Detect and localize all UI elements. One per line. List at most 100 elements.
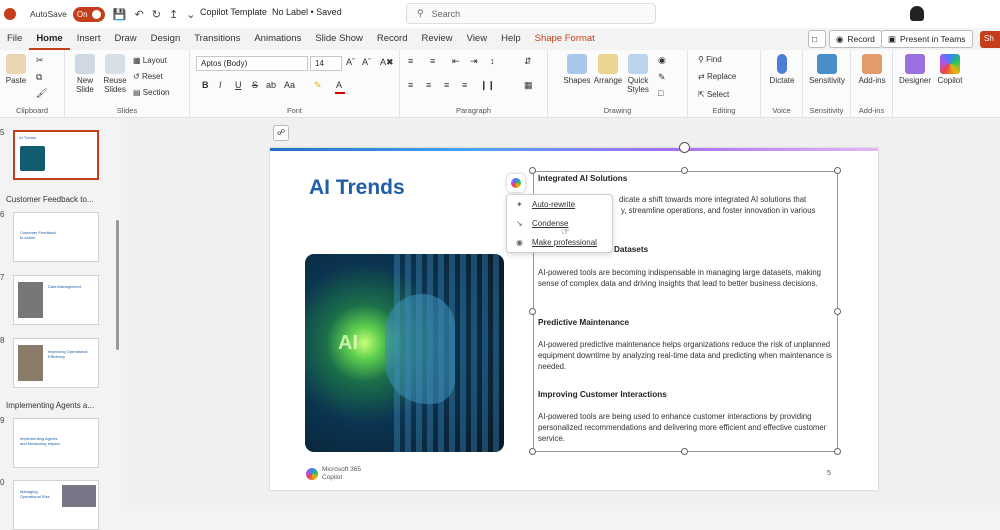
strikethrough-button[interactable]: S [252, 80, 258, 90]
increase-font-icon[interactable]: Aˆ [346, 57, 355, 67]
tab-help[interactable]: Help [494, 28, 528, 50]
reset-button[interactable]: ↺ Reset [133, 72, 163, 81]
slide-thumbnail[interactable]: Customer Feedback to Action [13, 212, 99, 262]
cut-icon[interactable]: ✂ [36, 55, 44, 66]
quick-styles-button[interactable]: Quick Styles [624, 54, 652, 94]
format-painter-icon[interactable]: 🖌 [36, 88, 47, 99]
slide-thumbnail[interactable]: Data Management [13, 275, 99, 325]
rotate-handle[interactable] [679, 142, 690, 153]
layout-button[interactable]: ▦ Layout [133, 56, 167, 65]
align-center-icon[interactable]: ≡ [426, 80, 431, 90]
record-button[interactable]: ◉ Record [829, 30, 882, 48]
menu-item-auto-rewrite[interactable]: Auto-rewrite [532, 200, 575, 209]
tab-view[interactable]: View [460, 28, 494, 50]
section-header[interactable]: Implementing Agents a... [6, 401, 94, 410]
tab-design[interactable]: Design [144, 28, 188, 50]
slide-thumbnail-ai-trends[interactable]: AI Trends [13, 130, 99, 180]
tab-file[interactable]: File [0, 28, 29, 50]
clear-format-icon[interactable]: A✖ [380, 57, 394, 68]
tab-animations[interactable]: Animations [247, 28, 308, 50]
shape-fill-icon[interactable]: ◉ [658, 55, 666, 66]
decrease-font-icon[interactable]: Aˇ [362, 57, 371, 67]
italic-button[interactable]: I [219, 80, 222, 90]
decrease-indent-icon[interactable]: ⇤ [452, 56, 460, 67]
resize-handle[interactable] [529, 308, 536, 315]
customize-icon[interactable]: ↥ [169, 8, 178, 21]
avatar[interactable] [910, 6, 924, 21]
slide-thumbnail[interactable]: Implementing Agents and Measuring Impact [13, 418, 99, 468]
find-button[interactable]: ⚲ Find [698, 55, 722, 64]
character-spacing-icon[interactable]: ab [266, 80, 276, 90]
ai-image[interactable]: AI [305, 254, 504, 452]
copy-icon[interactable]: ⧉ [36, 72, 42, 83]
resize-handle[interactable] [529, 448, 536, 455]
tab-shape-format[interactable]: Shape Format [528, 28, 602, 50]
tab-draw[interactable]: Draw [107, 28, 143, 50]
menu-item-make-professional[interactable]: Make professional [532, 238, 597, 247]
document-title[interactable]: Copilot Template [200, 7, 267, 17]
record-dot-icon: ◉ [836, 33, 844, 44]
increase-indent-icon[interactable]: ⇥ [470, 56, 478, 67]
comments-icon[interactable]: □ [808, 30, 826, 48]
align-right-icon[interactable]: ≡ [444, 80, 449, 90]
tab-record[interactable]: Record [370, 28, 415, 50]
dictate-button[interactable]: Dictate [767, 54, 797, 85]
autosave-toggle[interactable]: On [72, 6, 105, 22]
paste-button[interactable]: Paste [4, 54, 28, 85]
tab-review[interactable]: Review [415, 28, 460, 50]
bold-button[interactable]: B [202, 80, 209, 90]
panel-scrollbar[interactable] [116, 220, 119, 350]
more-icon[interactable]: ⌄ [186, 8, 195, 21]
resize-handle[interactable] [834, 308, 841, 315]
designer-suggestions-icon[interactable]: ☍ [273, 125, 289, 141]
numbering-icon[interactable]: ≡ [430, 56, 435, 66]
arrange-button[interactable]: Arrange [591, 54, 625, 85]
copilot-button[interactable]: Copilot [933, 54, 967, 85]
save-icon[interactable]: 💾 [113, 8, 127, 21]
present-teams-button[interactable]: ▣ Present in Teams [881, 30, 973, 48]
resize-handle[interactable] [681, 167, 688, 174]
resize-handle[interactable] [834, 167, 841, 174]
sensitivity-button[interactable]: Sensitivity [805, 54, 849, 85]
select-button[interactable]: ⇱ Select [698, 90, 729, 99]
font-size-field[interactable]: 14 [310, 56, 342, 71]
section-button[interactable]: ▤ Section [133, 88, 169, 97]
resize-handle[interactable] [681, 448, 688, 455]
undo-icon[interactable]: ↶ [135, 8, 144, 21]
section-header[interactable]: Customer Feedback to... [6, 195, 94, 204]
shape-effects-icon[interactable]: □ [658, 88, 663, 98]
replace-button[interactable]: ⇄ Replace [698, 72, 736, 81]
redo-icon[interactable]: ↻ [152, 8, 161, 21]
shapes-button[interactable]: Shapes [562, 54, 592, 85]
change-case-icon[interactable]: Aa [284, 80, 295, 90]
designer-button[interactable]: Designer [897, 54, 933, 85]
line-spacing-icon[interactable]: ↕ [490, 56, 495, 66]
text-direction-icon[interactable]: ⇵ [524, 56, 532, 67]
align-left-icon[interactable]: ≡ [408, 80, 413, 90]
tab-home[interactable]: Home [29, 28, 70, 50]
justify-icon[interactable]: ≡ [462, 80, 467, 90]
columns-icon[interactable]: ❙❙ [480, 80, 495, 91]
tab-slide-show[interactable]: Slide Show [308, 28, 370, 50]
search-box[interactable]: ⚲ Search [406, 3, 656, 24]
slide-thumbnail[interactable]: Managing Operational Risk [13, 480, 99, 530]
copilot-rewrite-button[interactable] [507, 174, 525, 192]
highlight-icon[interactable]: ✎ [314, 80, 322, 91]
tab-insert[interactable]: Insert [70, 28, 108, 50]
tab-transitions[interactable]: Transitions [187, 28, 247, 50]
shape-outline-icon[interactable]: ✎ [658, 72, 666, 83]
underline-button[interactable]: U [235, 80, 242, 90]
new-slide-button[interactable]: New Slide [70, 54, 100, 94]
reuse-slides-button[interactable]: Reuse Slides [100, 54, 130, 94]
addins-button[interactable]: Add-ins [854, 54, 890, 85]
font-name-field[interactable]: Aptos (Body) [196, 56, 308, 71]
slide-title[interactable]: AI Trends [309, 176, 405, 200]
font-color-icon[interactable]: A [336, 80, 342, 90]
label-status[interactable]: No Label • Saved [272, 7, 342, 17]
share-button[interactable]: Sh [980, 31, 1000, 48]
resize-handle[interactable] [529, 167, 536, 174]
bullets-icon[interactable]: ≡ [408, 56, 413, 66]
resize-handle[interactable] [834, 448, 841, 455]
slide-thumbnail[interactable]: Improving Operational Efficiency [13, 338, 99, 388]
align-text-icon[interactable]: ▦ [524, 80, 533, 91]
